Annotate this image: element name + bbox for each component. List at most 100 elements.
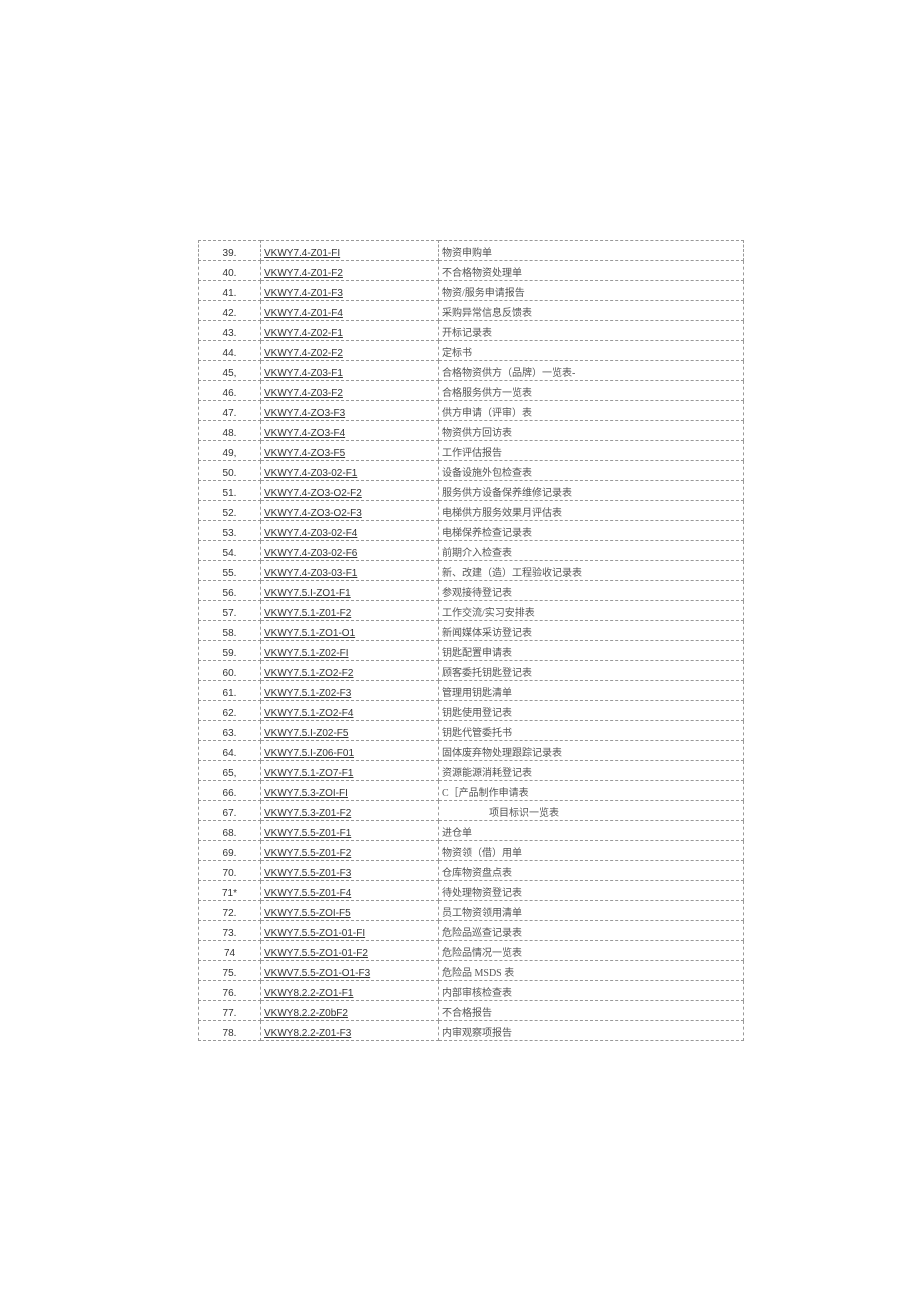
table-row: 71*VKWY7.5.5-Z01-F4待处理物资登记表 xyxy=(199,881,744,901)
row-code: VKWV7.5.5-ZO1-O1-F3 xyxy=(261,961,439,981)
table-row: 78.VKWY8.2.2-Z01-F3内审观察项报告 xyxy=(199,1021,744,1041)
row-number: 57. xyxy=(199,601,261,621)
row-code: VKWY7.5.5-ZOI-F5 xyxy=(261,901,439,921)
row-number: 61. xyxy=(199,681,261,701)
table-row: 63.VKWY7.5.I-Z02-F5钥匙代管委托书 xyxy=(199,721,744,741)
row-code: VKWY7.5.I-Z06-F01 xyxy=(261,741,439,761)
row-description: 服务供方设备保养维修记录表 xyxy=(439,481,744,501)
row-code: VKWY8.2.2-Z01-F3 xyxy=(261,1021,439,1041)
row-description: 员工物资领用清单 xyxy=(439,901,744,921)
row-code: VKWY7.4-Z01-F2 xyxy=(261,261,439,281)
row-description: 内审观察项报告 xyxy=(439,1021,744,1041)
table-row: 49,VKWY7.4-ZO3-F5工作评估报告 xyxy=(199,441,744,461)
row-description: 管理用钥匙清单 xyxy=(439,681,744,701)
table-row: 62.VKWY7.5.1-ZO2-F4钥匙使用登记表 xyxy=(199,701,744,721)
table-row: 65,VKWY7.5.1-ZO7-F1资源能源消耗登记表 xyxy=(199,761,744,781)
row-number: 52. xyxy=(199,501,261,521)
table-row: 68.VKWY7.5.5-Z01-F1进仓单 xyxy=(199,821,744,841)
table-row: 46.VKWY7.4-Z03-F2合格服务供方一览表 xyxy=(199,381,744,401)
table-row: 39.VKWY7.4-Z01-FI物资申购单 xyxy=(199,241,744,261)
records-table: 39.VKWY7.4-Z01-FI物资申购单40.VKWY7.4-Z01-F2不… xyxy=(198,240,744,1041)
row-number: 74 xyxy=(199,941,261,961)
table-row: 40.VKWY7.4-Z01-F2不合格物资处理单 xyxy=(199,261,744,281)
row-number: 51. xyxy=(199,481,261,501)
row-number: 43. xyxy=(199,321,261,341)
row-description: 新闻媒体采访登记表 xyxy=(439,621,744,641)
row-description: 定标书 xyxy=(439,341,744,361)
table-row: 50.VKWY7.4-Z03-02-F1设备设施外包检查表 xyxy=(199,461,744,481)
table-row: 47.VKWY7.4-ZO3-F3供方申请（评审）表 xyxy=(199,401,744,421)
table-row: 69.VKWY7.5.5-Z01-F2物资领（借）用单 xyxy=(199,841,744,861)
row-code: VKWY7.4-ZO3-F4 xyxy=(261,421,439,441)
row-code: VKWY7.5.5-Z01-F2 xyxy=(261,841,439,861)
row-description: 工作评估报告 xyxy=(439,441,744,461)
row-code: VKWY7.5.1-ZO7-F1 xyxy=(261,761,439,781)
row-description: 项目标识一览表 xyxy=(439,801,744,821)
row-number: 44. xyxy=(199,341,261,361)
row-description: 待处理物资登记表 xyxy=(439,881,744,901)
row-number: 53. xyxy=(199,521,261,541)
table-row: 67.VKWY7.5.3-Z01-F2项目标识一览表 xyxy=(199,801,744,821)
row-code: VKWY7.5.5-ZO1-01-FI xyxy=(261,921,439,941)
row-description: 物资领（借）用单 xyxy=(439,841,744,861)
row-description: 资源能源消耗登记表 xyxy=(439,761,744,781)
row-number: 63. xyxy=(199,721,261,741)
row-description: 采购异常信息反馈表 xyxy=(439,301,744,321)
row-number: 49, xyxy=(199,441,261,461)
row-number: 48. xyxy=(199,421,261,441)
row-description: 顾客委托钥匙登记表 xyxy=(439,661,744,681)
row-description: 新、改建（造）工程验收记录表 xyxy=(439,561,744,581)
row-code: VKWY7.4-ZO3-F5 xyxy=(261,441,439,461)
row-number: 65, xyxy=(199,761,261,781)
row-code: VKWY7.5.1-ZO2-F2 xyxy=(261,661,439,681)
row-description: 合格服务供方一览表 xyxy=(439,381,744,401)
table-row: 52.VKWY7.4-ZO3-O2-F3电梯供方服务效果月评估表 xyxy=(199,501,744,521)
row-number: 58. xyxy=(199,621,261,641)
row-number: 55. xyxy=(199,561,261,581)
row-number: 68. xyxy=(199,821,261,841)
row-number: 78. xyxy=(199,1021,261,1041)
table-row: 60.VKWY7.5.1-ZO2-F2顾客委托钥匙登记表 xyxy=(199,661,744,681)
row-description: 钥匙代管委托书 xyxy=(439,721,744,741)
table-row: 42.VKWY7.4-Z01-F4采购异常信息反馈表 xyxy=(199,301,744,321)
table-row: 74VKWY7.5.5-ZO1-01-F2危险品情况一览表 xyxy=(199,941,744,961)
row-code: VKWY7.5.1-ZO2-F4 xyxy=(261,701,439,721)
row-code: VKWY7.5.I-Z02-F5 xyxy=(261,721,439,741)
table-row: 75.VKWV7.5.5-ZO1-O1-F3危险品 MSDS 表 xyxy=(199,961,744,981)
table-row: 59.VKWY7.5.1-Z02-FI钥匙配置申请表 xyxy=(199,641,744,661)
table-row: 44.VKWY7.4-Z02-F2定标书 xyxy=(199,341,744,361)
row-number: 39. xyxy=(199,241,261,261)
table-row: 51.VKWY7.4-ZO3-O2-F2服务供方设备保养维修记录表 xyxy=(199,481,744,501)
table-row: 70.VKWY7.5.5-Z01-F3仓库物资盘点表 xyxy=(199,861,744,881)
table-row: 58.VKWY7.5.1-ZO1-O1新闻媒体采访登记表 xyxy=(199,621,744,641)
row-code: VKWY7.4-Z01-F4 xyxy=(261,301,439,321)
table-row: 77.VKWY8.2.2-Z0bF2不合格报告 xyxy=(199,1001,744,1021)
row-description: 开标记录表 xyxy=(439,321,744,341)
row-code: VKWY7.5.1-ZO1-O1 xyxy=(261,621,439,641)
row-number: 50. xyxy=(199,461,261,481)
row-description: 危险品情况一览表 xyxy=(439,941,744,961)
row-description: 危险品 MSDS 表 xyxy=(439,961,744,981)
row-code: VKWY7.5.3-ZOI-FI xyxy=(261,781,439,801)
row-description: 不合格报告 xyxy=(439,1001,744,1021)
table-row: 56.VKWY7.5.I-ZO1-F1参观接待登记表 xyxy=(199,581,744,601)
row-number: 60. xyxy=(199,661,261,681)
row-number: 54. xyxy=(199,541,261,561)
row-description: 仓库物资盘点表 xyxy=(439,861,744,881)
row-number: 75. xyxy=(199,961,261,981)
table-row: 48.VKWY7.4-ZO3-F4物资供方回访表 xyxy=(199,421,744,441)
table-row: 72.VKWY7.5.5-ZOI-F5员工物资领用清单 xyxy=(199,901,744,921)
row-code: VKWY7.5.5-ZO1-01-F2 xyxy=(261,941,439,961)
row-code: VKWY7.4-ZO3-F3 xyxy=(261,401,439,421)
row-number: 42. xyxy=(199,301,261,321)
row-code: VKWY7.5.3-Z01-F2 xyxy=(261,801,439,821)
row-description: 物资申购单 xyxy=(439,241,744,261)
table-row: 41.VKWY7.4-Z01-F3物资/服务申请报告 xyxy=(199,281,744,301)
row-code: VKWY7.4-Z03-F2 xyxy=(261,381,439,401)
row-code: VKWY7.4-Z03-02-F4 xyxy=(261,521,439,541)
table-row: 43.VKWY7.4-Z02-F1开标记录表 xyxy=(199,321,744,341)
row-code: VKWY7.4-Z02-F1 xyxy=(261,321,439,341)
row-code: VKWY8.2.2-Z0bF2 xyxy=(261,1001,439,1021)
row-description: 工作交流/实习安排表 xyxy=(439,601,744,621)
table-row: 53.VKWY7.4-Z03-02-F4电梯保养检查记录表 xyxy=(199,521,744,541)
